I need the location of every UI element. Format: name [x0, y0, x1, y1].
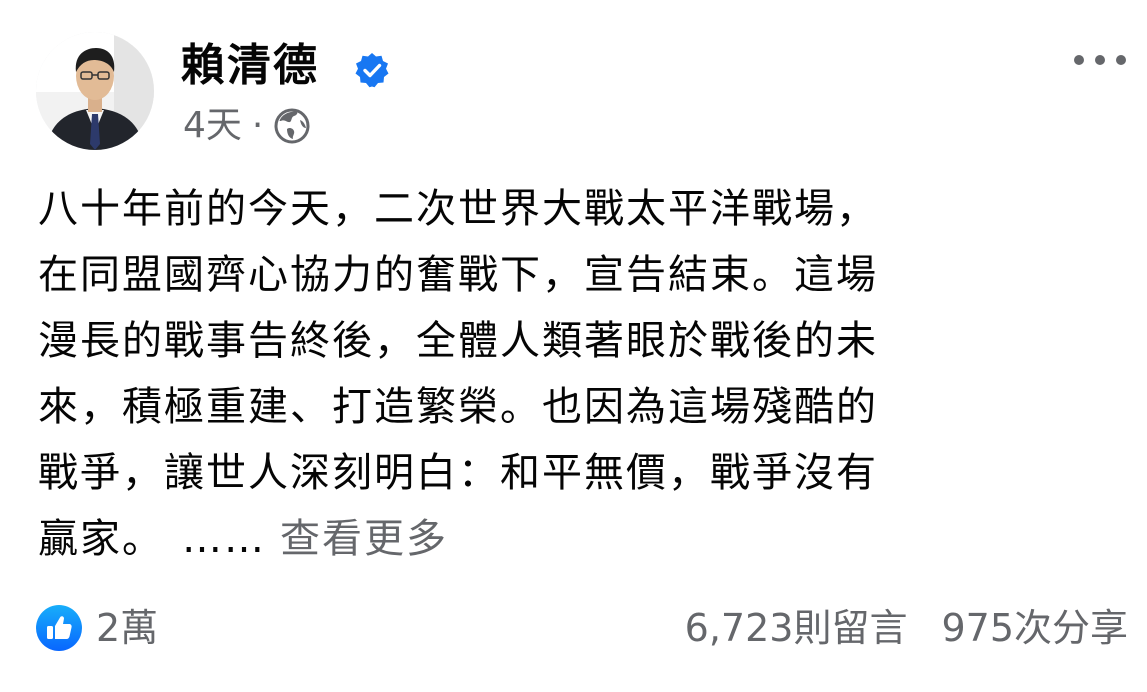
avatar-photo — [36, 32, 154, 150]
post-text-last-line: 贏家。 …… 查看更多 — [38, 506, 1118, 572]
author-name[interactable]: 賴清德 — [181, 38, 319, 94]
comments-count[interactable]: 6,723則留言 — [685, 602, 908, 654]
reaction-count: 2萬 — [96, 606, 159, 650]
reactions-summary[interactable]: 2萬 — [36, 602, 158, 654]
post-header: 賴清德 4天 · — [36, 32, 1126, 152]
post-text-line: 在同盟國齊心協力的奮戰下，宣告結束。這場 — [38, 252, 878, 298]
like-icon — [36, 605, 82, 651]
author-avatar[interactable] — [36, 32, 154, 150]
post-text-line: 漫長的戰事告終後，全體人類著眼於戰後的未 — [38, 318, 878, 364]
post-text-line: 贏家。 — [38, 516, 164, 562]
post-text: 八十年前的今天，二次世界大戰太平洋戰場， 在同盟國齊心協力的奮戰下，宣告結束。這… — [38, 176, 1118, 572]
more-dot — [1074, 55, 1084, 65]
post-timestamp[interactable]: 4天 — [183, 104, 242, 148]
meta-separator: · — [251, 105, 264, 146]
post-footer: 2萬 6,723則留言 975次分享 — [36, 598, 1128, 658]
globe-icon[interactable] — [273, 107, 311, 145]
text-ellipsis: …… — [182, 516, 266, 562]
post-meta: 4天 · — [183, 104, 311, 148]
more-dot — [1116, 55, 1126, 65]
verified-badge-icon — [355, 53, 389, 88]
more-options-icon[interactable] — [1074, 46, 1126, 74]
engagement-stats: 6,723則留言 975次分享 — [685, 602, 1128, 654]
see-more-link[interactable]: 查看更多 — [280, 516, 448, 562]
facebook-post: 賴清德 4天 · 八十年前的今天，二次世界大戰太平洋戰場， 在同盟國齊心協力的奮… — [0, 0, 1147, 692]
more-dot — [1095, 55, 1105, 65]
post-text-line: 來，積極重建、打造繁榮。也因為這場殘酷的 — [38, 384, 878, 430]
post-text-line: 戰爭，讓世人深刻明白：和平無價，戰爭沒有 — [38, 450, 878, 496]
post-text-line: 八十年前的今天，二次世界大戰太平洋戰場， — [38, 186, 878, 232]
shares-count[interactable]: 975次分享 — [941, 602, 1128, 654]
